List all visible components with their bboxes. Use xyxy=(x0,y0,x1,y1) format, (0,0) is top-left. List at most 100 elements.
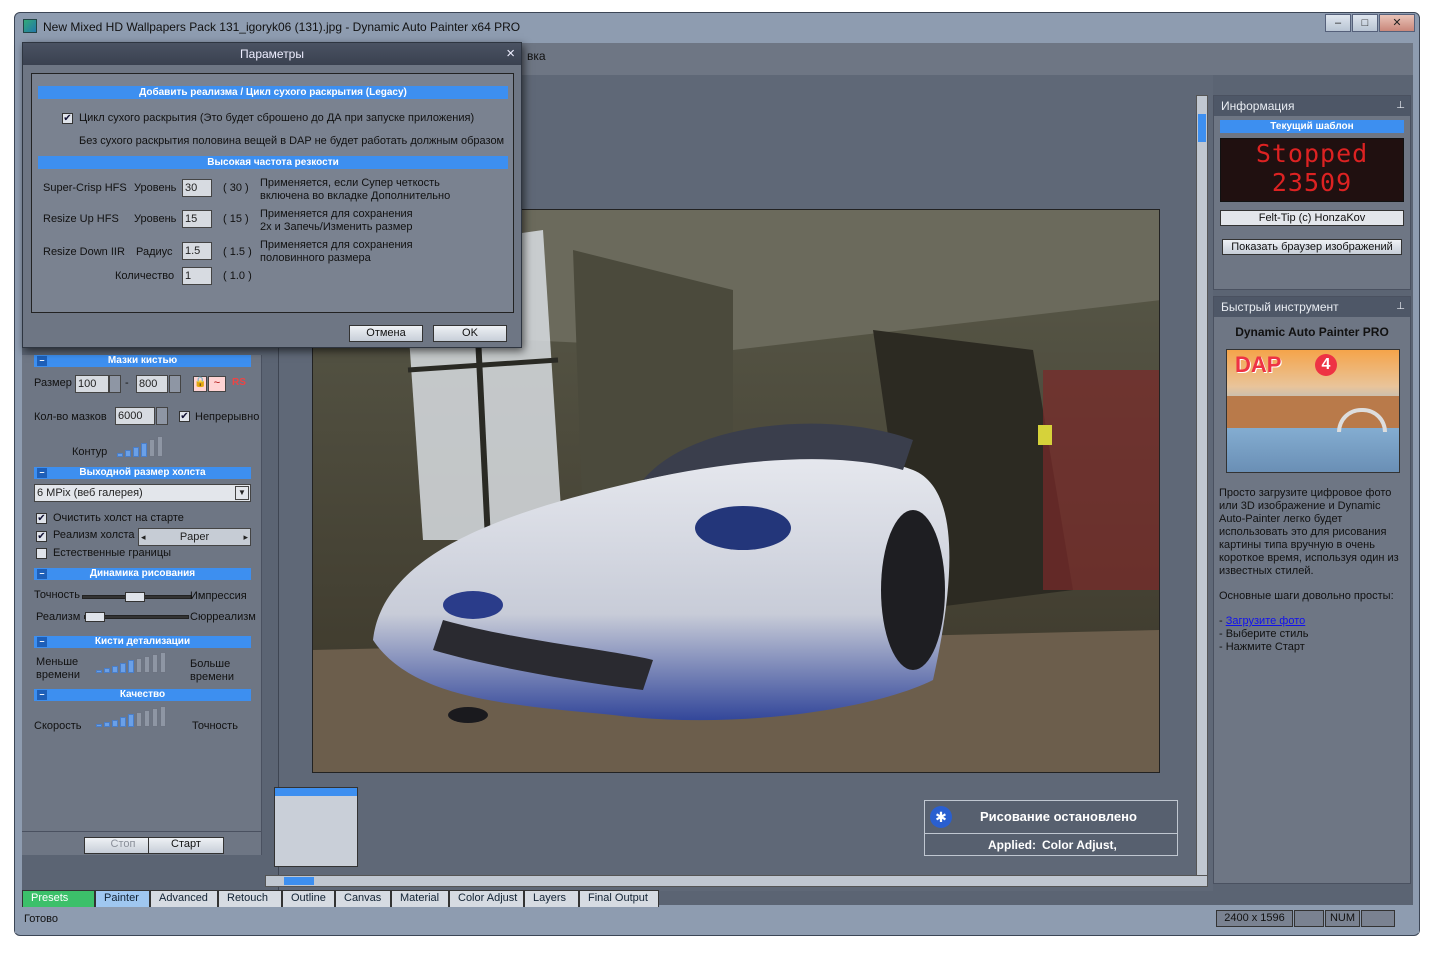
tab-material[interactable]: Material xyxy=(391,890,449,907)
slider-thumb[interactable] xyxy=(125,592,145,602)
detail-level[interactable] xyxy=(96,651,182,673)
realism-slider[interactable] xyxy=(84,612,189,622)
collapse-icon[interactable]: – xyxy=(37,690,47,700)
clear-canvas-checkbox[interactable]: ✔ xyxy=(36,513,47,524)
resolution-box: 2400 x 1596 xyxy=(1216,910,1293,927)
paper-select[interactable]: ◂ Paper ▸ xyxy=(138,528,251,546)
tab-advanced[interactable]: Advanced xyxy=(150,890,218,907)
dap-logo: DAP xyxy=(1235,352,1282,377)
hfs-row-param: Радиус xyxy=(136,246,173,258)
tab-retouch[interactable]: Retouch xyxy=(218,890,282,907)
scroll-thumb[interactable] xyxy=(284,877,314,885)
quick-tool-panel: Быстрый инструмент ⊥ Dynamic Auto Painter… xyxy=(1213,296,1411,884)
status-empty-2 xyxy=(1361,910,1395,927)
accuracy-slider[interactable] xyxy=(82,592,192,602)
section-canvas-size[interactable]: – Выходной размер холста xyxy=(34,467,251,479)
size-min-input[interactable]: 100 xyxy=(75,375,109,393)
collapse-icon[interactable]: – xyxy=(37,637,47,647)
start-button[interactable]: Старт xyxy=(148,837,224,854)
resize-down-radius-input[interactable]: 1.5 xyxy=(182,242,212,260)
size-max-input[interactable]: 800 xyxy=(136,375,168,393)
vertical-scrollbar[interactable] xyxy=(1196,95,1208,877)
load-photo-link[interactable]: Загрузите фото xyxy=(1226,615,1306,627)
super-crisp-level-input[interactable]: 30 xyxy=(182,179,212,197)
collapse-icon[interactable]: – xyxy=(37,468,47,478)
accuracy-label: Точность xyxy=(34,589,80,601)
surreal-label: Сюрреализм xyxy=(190,611,256,623)
led-display: Stopped 23509 xyxy=(1220,138,1404,202)
hfs-row-default: ( 1.5 ) xyxy=(223,246,252,258)
maximize-button[interactable]: □ xyxy=(1352,14,1378,32)
pin-icon[interactable]: ⊥ xyxy=(1396,96,1405,116)
tab-outline[interactable]: Outline xyxy=(282,890,335,907)
section-quality[interactable]: – Качество xyxy=(34,689,251,701)
wave-icon[interactable]: ~ xyxy=(208,376,226,392)
resize-up-level-input[interactable]: 15 xyxy=(182,210,212,228)
size-min-spin[interactable] xyxy=(109,375,121,393)
guide-thumbnail[interactable] xyxy=(274,787,358,867)
template-name[interactable]: Felt-Tip (c) HonzaKov xyxy=(1220,210,1404,226)
section-detail-brushes[interactable]: – Кисти детализации xyxy=(34,636,251,648)
impress-label: Импрессия xyxy=(190,590,247,602)
tab-presets[interactable]: Presets xyxy=(22,890,95,907)
pin-icon[interactable]: ⊥ xyxy=(1396,297,1405,317)
size-max-spin[interactable] xyxy=(169,375,181,393)
dry-cycle-checkbox[interactable]: ✔ xyxy=(62,113,73,124)
continuous-checkbox[interactable]: ✔ xyxy=(179,411,190,422)
chevron-left-icon[interactable]: ◂ xyxy=(141,529,146,545)
quality-level[interactable] xyxy=(96,705,182,727)
tab-final-output[interactable]: Final Output xyxy=(579,890,659,907)
version-badge-icon: 4 xyxy=(1315,354,1337,376)
count-input[interactable]: 6000 xyxy=(115,407,155,425)
count-spin[interactable] xyxy=(156,407,168,425)
amount-input[interactable]: 1 xyxy=(182,267,212,285)
divider xyxy=(22,831,262,832)
rs-badge[interactable]: RS xyxy=(232,377,252,391)
current-template-header: Текущий шаблон xyxy=(1220,120,1404,133)
chevron-down-icon[interactable]: ▼ xyxy=(235,486,249,500)
cancel-button[interactable]: Отмена xyxy=(349,325,423,342)
less-time-label-2: времени xyxy=(36,669,80,681)
tab-canvas[interactable]: Canvas xyxy=(335,890,391,907)
lock-icon[interactable]: 🔒 xyxy=(193,376,207,392)
section-hfs: Высокая частота резкости xyxy=(38,156,508,169)
precision-label: Точность xyxy=(192,720,238,732)
applied-value: Color Adjust, xyxy=(1042,838,1117,852)
show-browser-button[interactable]: Показать браузер изображений xyxy=(1222,239,1402,255)
ok-button[interactable]: OK xyxy=(433,325,507,342)
status-bar: Готово 2400 x 1596 NUM xyxy=(15,909,1419,933)
tab-layers[interactable]: Layers xyxy=(524,890,579,907)
settings-dialog: Параметры × Добавить реализма / Цикл сух… xyxy=(22,42,522,348)
canvas-realism-label: Реализм холста xyxy=(53,529,135,541)
tab-painter[interactable]: Painter xyxy=(95,890,150,907)
close-icon[interactable]: × xyxy=(506,43,515,65)
collapse-icon[interactable]: – xyxy=(37,569,47,579)
contour-level[interactable] xyxy=(117,435,177,457)
hfs-row-param: Количество xyxy=(115,270,175,282)
hfs-row-name: Resize Down IIR xyxy=(43,246,125,258)
led-status: Stopped xyxy=(1255,139,1369,168)
horizontal-scrollbar[interactable] xyxy=(265,875,1208,887)
slider-thumb[interactable] xyxy=(85,612,105,622)
canvas-realism-checkbox[interactable]: ✔ xyxy=(36,531,47,542)
product-banner: DAP 4 xyxy=(1226,349,1400,473)
hfs-row-default: ( 15 ) xyxy=(223,213,249,225)
tab-color-adjust[interactable]: Color Adjust xyxy=(449,890,524,907)
hfs-row-desc: включена во вкладке Дополнительно xyxy=(260,190,451,202)
canvas-size-select[interactable]: 6 MPix (веб галерея) ▼ xyxy=(34,484,251,502)
section-dynamics[interactable]: – Динамика рисования xyxy=(34,568,251,580)
hfs-row-desc: Применяется, если Супер четкость xyxy=(260,177,440,189)
status-empty-1 xyxy=(1294,910,1324,927)
info-panel-header: Информация ⊥ xyxy=(1214,96,1410,116)
collapse-icon[interactable]: – xyxy=(37,356,47,366)
hfs-row-desc: половинного размера xyxy=(260,252,371,264)
natural-borders-checkbox[interactable] xyxy=(36,548,47,559)
chevron-right-icon[interactable]: ▸ xyxy=(243,529,248,545)
scroll-thumb[interactable] xyxy=(1198,114,1206,142)
minimize-button[interactable]: – xyxy=(1325,14,1351,32)
close-button[interactable]: ✕ xyxy=(1379,14,1415,32)
tab-bar: Presets Painter Advanced Retouch Outline… xyxy=(22,890,682,907)
section-brush-masks[interactable]: – Мазки кистью xyxy=(34,355,251,367)
left-panel: – Мазки кистью Размер 100 - 800 🔒 ~ RS Ко… xyxy=(22,355,262,855)
more-time-label-1: Больше xyxy=(190,658,231,670)
